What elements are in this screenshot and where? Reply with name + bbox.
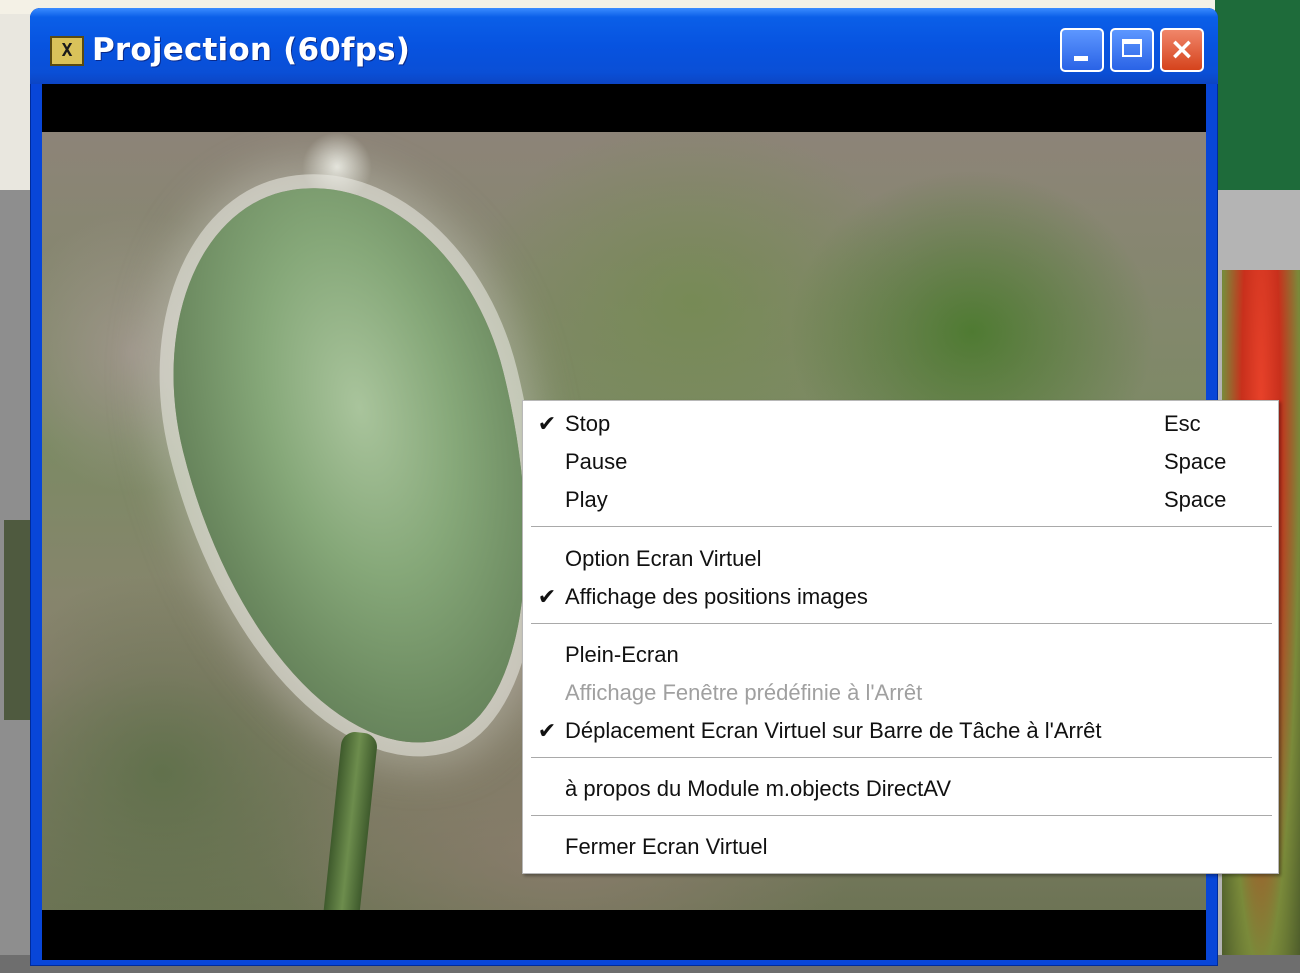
image-subject	[127, 150, 587, 784]
close-button[interactable]: ×	[1160, 28, 1204, 72]
menu-item-label: à propos du Module m.objects DirectAV	[565, 776, 951, 801]
minimize-button[interactable]	[1060, 28, 1104, 72]
menu-item-label: Pause	[565, 449, 628, 474]
menu-item-label: Play	[565, 487, 608, 512]
check-icon: ✔	[537, 411, 557, 436]
context-menu: ✔ Stop Esc Pause Space Play Space Option…	[522, 400, 1279, 874]
app-icon[interactable]: X	[50, 36, 84, 66]
menu-item-shortcut: Esc	[1164, 411, 1201, 436]
maximize-icon	[1122, 39, 1142, 57]
menu-item-a-propos[interactable]: à propos du Module m.objects DirectAV	[523, 770, 1278, 808]
menu-item-fermer-ecran[interactable]: Fermer Ecran Virtuel	[523, 828, 1278, 866]
menu-item-shortcut: Space	[1164, 487, 1227, 512]
window-title: Projection (60fps)	[92, 32, 411, 68]
minimize-icon	[1074, 56, 1088, 61]
background-desktop	[1215, 0, 1300, 190]
close-icon: ×	[1169, 32, 1195, 67]
menu-separator	[531, 526, 1272, 528]
menu-item-play[interactable]: Play Space	[523, 481, 1278, 519]
menu-item-option-ecran-virtuel[interactable]: Option Ecran Virtuel	[523, 540, 1278, 578]
menu-item-plein-ecran[interactable]: Plein-Ecran	[523, 636, 1278, 674]
menu-item-label: Option Ecran Virtuel	[565, 546, 762, 571]
menu-item-label: Affichage Fenêtre prédéfinie à l'Arrêt	[565, 680, 923, 705]
menu-item-label: Fermer Ecran Virtuel	[565, 834, 768, 859]
menu-item-affichage-positions[interactable]: ✔ Affichage des positions images	[523, 578, 1278, 616]
check-icon: ✔	[537, 718, 557, 743]
menu-separator	[531, 757, 1272, 759]
menu-item-label: Affichage des positions images	[565, 584, 868, 609]
image-stem	[321, 730, 379, 910]
menu-item-label: Plein-Ecran	[565, 642, 679, 667]
maximize-button[interactable]	[1110, 28, 1154, 72]
title-bar[interactable]: X Projection (60fps) ×	[30, 8, 1218, 84]
menu-item-deplacement-ecran[interactable]: ✔ Déplacement Ecran Virtuel sur Barre de…	[523, 712, 1278, 750]
menu-item-pause[interactable]: Pause Space	[523, 443, 1278, 481]
menu-item-label: Déplacement Ecran Virtuel sur Barre de T…	[565, 718, 1102, 743]
menu-item-shortcut: Space	[1164, 449, 1227, 474]
menu-item-stop[interactable]: ✔ Stop Esc	[523, 405, 1278, 443]
check-icon: ✔	[537, 584, 557, 609]
menu-item-label: Stop	[565, 411, 611, 436]
menu-item-affichage-fenetre: Affichage Fenêtre prédéfinie à l'Arrêt	[523, 674, 1278, 712]
menu-separator	[531, 623, 1272, 625]
menu-separator	[531, 815, 1272, 817]
